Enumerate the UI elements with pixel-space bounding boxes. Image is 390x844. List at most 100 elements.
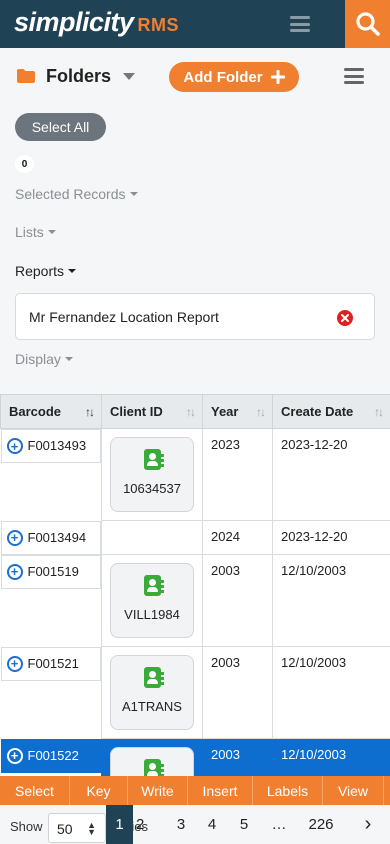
selected-records-dropdown[interactable]: Selected Records: [15, 186, 138, 202]
client-card[interactable]: 10634537: [110, 437, 194, 512]
select-arrows-icon: ▲ ▼: [87, 820, 96, 837]
create-date-cell: 2023-12-20: [272, 520, 390, 555]
search-button[interactable]: [345, 0, 390, 48]
client-card[interactable]: [110, 747, 194, 776]
table-row[interactable]: + F001521 A1TRANS 2003 12/10/2003: [0, 646, 390, 739]
client-card[interactable]: VILL1984: [110, 563, 194, 638]
column-header-create-date[interactable]: Create Date ↑↓: [272, 394, 390, 429]
selected-count-badge: 0: [15, 155, 34, 173]
barcode-value: F001521: [27, 655, 79, 671]
column-header-barcode[interactable]: Barcode ↑↓: [0, 394, 102, 429]
add-folder-button[interactable]: Add Folder: [169, 62, 299, 92]
write-action-button[interactable]: Write: [128, 776, 188, 805]
table-row[interactable]: + F0013493 10634537 2023 2023-12-20: [0, 428, 390, 521]
table-row[interactable]: + F001519 VILL1984 2003 12/10/2003: [0, 554, 390, 647]
caret-down-icon: [129, 192, 138, 196]
show-label: Show: [10, 819, 43, 834]
page-button-2[interactable]: 2: [136, 805, 160, 844]
barcode-cell[interactable]: + F0013494: [0, 520, 101, 555]
client-id-value: 10634537: [123, 481, 181, 496]
page-button-1[interactable]: 1: [106, 805, 133, 844]
create-date-cell: 12/10/2003: [272, 554, 390, 647]
display-dropdown[interactable]: Display: [15, 351, 73, 367]
folder-icon: [17, 69, 35, 83]
search-icon: [355, 12, 380, 36]
lists-dropdown[interactable]: Lists: [15, 224, 56, 240]
page-size-select[interactable]: 50 ▲ ▼: [48, 813, 106, 843]
column-header-label: Barcode: [9, 404, 62, 419]
table-header-row: Barcode ↑↓ Client ID ↑↓ Year ↑↓ Create Date…: [0, 394, 390, 429]
display-label: Display: [15, 351, 61, 367]
select-all-button[interactable]: Select All: [15, 113, 106, 141]
page-button-4[interactable]: 4: [199, 805, 225, 844]
page-button-5[interactable]: 5: [231, 805, 257, 844]
barcode-cell[interactable]: + F001521: [0, 646, 101, 681]
report-select-value: Mr Fernandez Location Report: [29, 309, 219, 325]
barcode-cell[interactable]: + F001519: [0, 554, 101, 589]
create-date-cell: 2023-12-20: [272, 428, 390, 521]
page-button-last[interactable]: 226: [300, 805, 342, 844]
sort-icon: ↑↓: [186, 405, 196, 419]
sort-icon: ↑↓: [85, 405, 95, 419]
client-id-value: VILL1984: [124, 607, 180, 622]
key-action-button[interactable]: Key: [70, 776, 128, 805]
barcode-value: F001522: [27, 747, 79, 763]
table-row[interactable]: + F0013494 2024 2023-12-20: [0, 520, 390, 555]
top-menu-icon[interactable]: [290, 16, 310, 32]
reports-label: Reports: [15, 263, 65, 279]
year-cell: 2003: [202, 554, 273, 647]
barcode-cell[interactable]: + F001522: [0, 738, 101, 773]
contact-book-icon: [143, 449, 164, 470]
select-action-button[interactable]: Select: [0, 776, 70, 805]
add-folder-label: Add Folder: [183, 68, 263, 86]
client-id-cell: [101, 738, 203, 776]
top-navbar: simplicity RMS: [0, 0, 390, 48]
barcode-value: F0013494: [27, 529, 87, 545]
contact-book-icon: [143, 667, 164, 688]
reports-dropdown[interactable]: Reports: [15, 263, 77, 279]
column-header-label: Year: [211, 404, 239, 419]
expand-plus-icon[interactable]: +: [6, 655, 23, 672]
client-id-cell: VILL1984: [101, 554, 203, 647]
contact-book-icon: [143, 759, 164, 776]
records-table: Barcode ↑↓ Client ID ↑↓ Year ↑↓ Create Date…: [0, 394, 390, 776]
expand-plus-icon[interactable]: +: [6, 438, 23, 454]
expand-plus-icon[interactable]: +: [6, 747, 23, 764]
view-action-button[interactable]: View: [323, 776, 384, 805]
client-id-cell: A1TRANS: [101, 646, 203, 739]
client-card[interactable]: A1TRANS: [110, 655, 194, 730]
barcode-cell[interactable]: + F0013493: [0, 429, 101, 463]
column-header-label: Create Date: [281, 404, 354, 419]
pagination-bar: Show 50 ▲ ▼ ries 1 2 3 4 5 … 226 ›: [0, 805, 390, 844]
page-button-3[interactable]: 3: [168, 805, 194, 844]
client-id-cell: 10634537: [101, 428, 203, 521]
brand-logo[interactable]: simplicity RMS: [14, 7, 179, 38]
main-menu-icon[interactable]: [344, 68, 364, 84]
page-size-value: 50: [57, 821, 73, 837]
column-header-client-id[interactable]: Client ID ↑↓: [101, 394, 203, 429]
plus-icon: [270, 70, 285, 84]
create-date-cell: 12/10/2003: [272, 646, 390, 739]
clear-icon[interactable]: [337, 310, 353, 326]
lists-label: Lists: [15, 224, 44, 240]
expand-plus-icon[interactable]: +: [6, 563, 23, 580]
next-page-icon[interactable]: ›: [355, 805, 381, 844]
caret-down-icon: [64, 357, 73, 361]
chevron-down-icon[interactable]: [123, 73, 135, 80]
barcode-value: F0013493: [27, 438, 87, 453]
action-bar: Select Key Write Insert Labels View: [0, 776, 390, 805]
report-select[interactable]: Mr Fernandez Location Report: [15, 293, 375, 340]
labels-action-button[interactable]: Labels: [253, 776, 323, 805]
caret-down-icon: [68, 269, 77, 273]
sort-icon: ↑↓: [256, 405, 266, 419]
create-date-cell: 12/10/2003: [272, 738, 390, 776]
sort-icon: ↑↓: [374, 405, 384, 419]
column-header-year[interactable]: Year ↑↓: [202, 394, 273, 429]
page-ellipsis: …: [271, 816, 287, 833]
client-id-value: A1TRANS: [122, 699, 182, 714]
client-id-cell: [101, 520, 203, 555]
table-row-selected[interactable]: + F001522 2003 12/10/2003: [0, 738, 390, 776]
insert-action-button[interactable]: Insert: [188, 776, 253, 805]
expand-plus-icon[interactable]: +: [6, 529, 23, 546]
barcode-value: F001519: [27, 563, 79, 579]
